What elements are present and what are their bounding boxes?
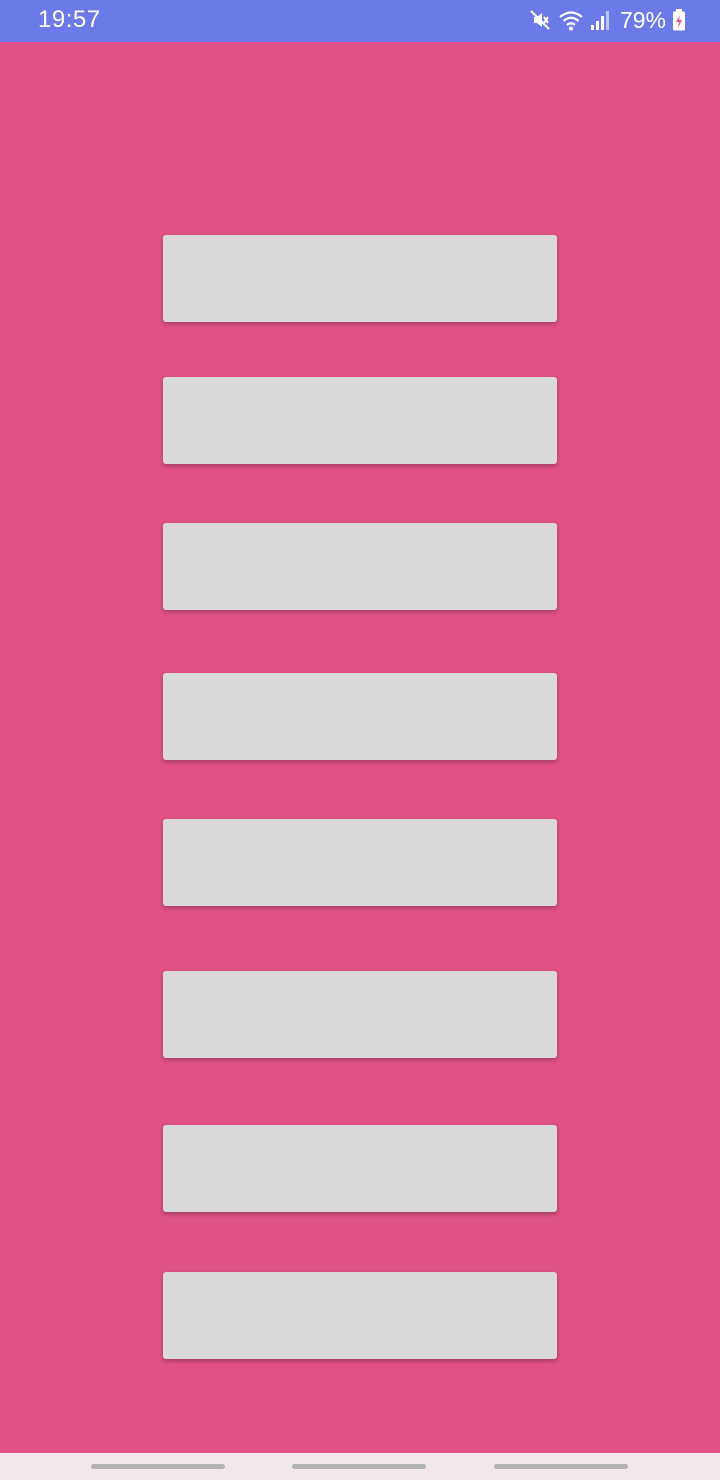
signal-icon (590, 8, 612, 32)
menu-list (163, 0, 557, 1480)
battery-charging-icon (672, 8, 686, 32)
menu-button-7[interactable] (163, 1125, 557, 1212)
status-time: 19:57 (38, 6, 101, 33)
nav-handle-left[interactable] (91, 1464, 225, 1469)
menu-button-2[interactable] (163, 377, 557, 464)
menu-button-8[interactable] (163, 1272, 557, 1359)
nav-handle-center[interactable] (292, 1464, 426, 1469)
gesture-nav-bar (0, 1453, 720, 1480)
wifi-icon (558, 8, 584, 32)
app-screen: 19:57 79% (0, 0, 720, 1480)
menu-button-1[interactable] (163, 235, 557, 322)
nav-handle-right[interactable] (494, 1464, 628, 1469)
menu-button-3[interactable] (163, 523, 557, 610)
menu-button-4[interactable] (163, 673, 557, 760)
battery-percent: 79% (619, 6, 666, 33)
menu-button-5[interactable] (163, 819, 557, 906)
menu-button-6[interactable] (163, 971, 557, 1058)
